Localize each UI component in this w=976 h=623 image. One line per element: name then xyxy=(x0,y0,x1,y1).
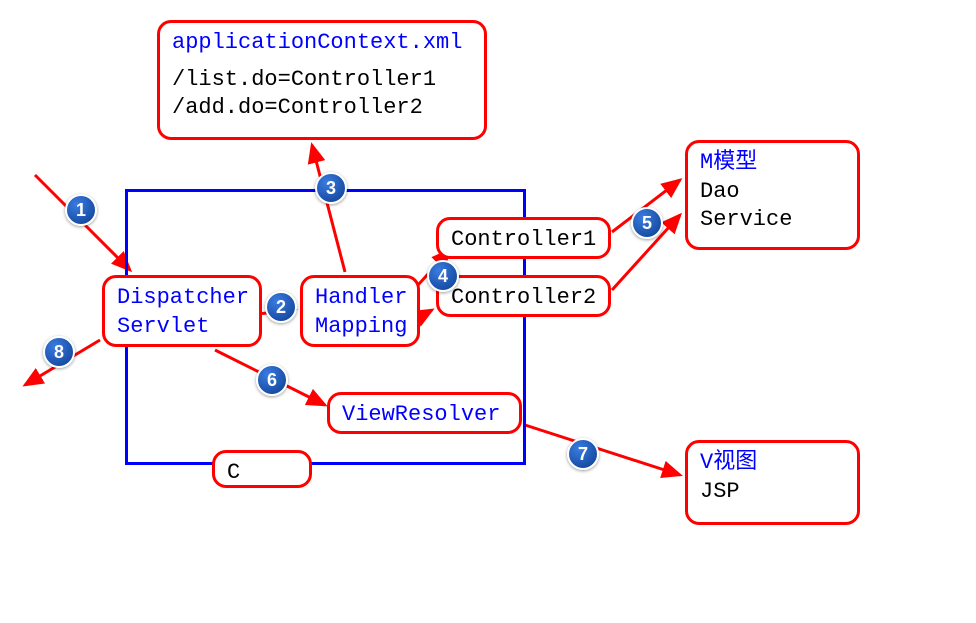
step-8: 8 xyxy=(43,336,75,368)
app-context-line1: /list.do=Controller1 xyxy=(172,66,472,95)
app-context-line2: /add.do=Controller2 xyxy=(172,94,472,123)
handler-line2: Mapping xyxy=(315,313,405,342)
view-box: V视图 JSP xyxy=(685,440,860,525)
app-context-title: applicationContext.xml xyxy=(172,29,472,58)
step-1: 1 xyxy=(65,194,97,226)
step-5: 5 xyxy=(631,207,663,239)
view-title: V视图 xyxy=(700,449,845,478)
step-7: 7 xyxy=(567,438,599,470)
step-4: 4 xyxy=(427,260,459,292)
dispatcher-line1: Dispatcher xyxy=(117,284,247,313)
controller2-label: Controller2 xyxy=(451,285,596,310)
handler-line1: Handler xyxy=(315,284,405,313)
step-3: 3 xyxy=(315,172,347,204)
view-resolver-box: ViewResolver xyxy=(327,392,522,434)
model-title: M模型 xyxy=(700,149,845,178)
model-box: M模型 Dao Service xyxy=(685,140,860,250)
model-line2: Service xyxy=(700,206,845,235)
view-line1: JSP xyxy=(700,478,845,507)
controller1-box: Controller1 xyxy=(436,217,611,259)
step-6: 6 xyxy=(256,364,288,396)
dispatcher-line2: Servlet xyxy=(117,313,247,342)
c-box: C xyxy=(212,450,312,488)
app-context-box: applicationContext.xml /list.do=Controll… xyxy=(157,20,487,140)
controller1-label: Controller1 xyxy=(451,227,596,252)
dispatcher-servlet-box: Dispatcher Servlet xyxy=(102,275,262,347)
controller2-box: Controller2 xyxy=(436,275,611,317)
model-line1: Dao xyxy=(700,178,845,207)
view-resolver-label: ViewResolver xyxy=(342,402,500,427)
c-label: C xyxy=(227,460,240,485)
step-2: 2 xyxy=(265,291,297,323)
handler-mapping-box: Handler Mapping xyxy=(300,275,420,347)
